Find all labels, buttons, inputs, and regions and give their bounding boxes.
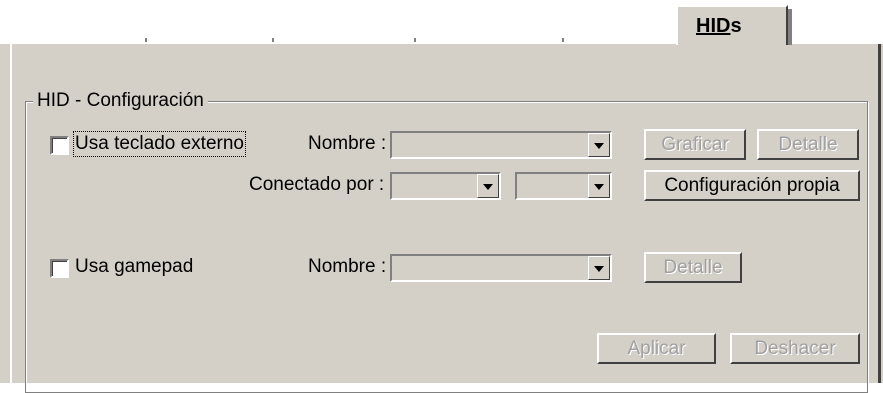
chevron-down-icon[interactable] bbox=[588, 133, 610, 157]
gamepad-detail-button[interactable]: Detalle bbox=[644, 252, 742, 283]
use-gamepad-checkbox[interactable] bbox=[50, 259, 69, 278]
tab-hids[interactable]: HIDs bbox=[676, 5, 792, 45]
tab-label-accelerator: HID bbox=[696, 15, 731, 37]
keyboard-name-select[interactable] bbox=[390, 131, 612, 159]
gamepad-name-label: Nombre : bbox=[308, 256, 387, 277]
connection-select-2[interactable] bbox=[515, 172, 612, 200]
chevron-down-icon[interactable] bbox=[588, 256, 610, 280]
chevron-down-icon[interactable] bbox=[477, 174, 499, 198]
keyboard-detail-button[interactable]: Detalle bbox=[757, 129, 859, 160]
use-keyboard-label[interactable]: Usa teclado externo bbox=[73, 131, 246, 157]
gamepad-name-select[interactable] bbox=[390, 254, 612, 282]
chevron-down-icon[interactable] bbox=[588, 174, 610, 198]
apply-button[interactable]: Aplicar bbox=[597, 333, 716, 364]
use-gamepad-label[interactable]: Usa gamepad bbox=[75, 256, 193, 278]
connected-by-label: Conectado por : bbox=[249, 174, 385, 195]
graph-button[interactable]: Graficar bbox=[644, 129, 746, 160]
own-config-button[interactable]: Configuración propia bbox=[644, 170, 860, 201]
tab-label-rest: s bbox=[730, 15, 742, 37]
tab-hids-label: HIDs bbox=[696, 15, 742, 38]
group-title: HID - Configuración bbox=[33, 90, 208, 112]
keyboard-name-label: Nombre : bbox=[308, 133, 387, 154]
connection-select-1[interactable] bbox=[390, 172, 501, 200]
panel-edge bbox=[10, 44, 12, 383]
undo-button[interactable]: Deshacer bbox=[730, 333, 860, 364]
panel-edge bbox=[878, 44, 881, 383]
use-keyboard-checkbox[interactable] bbox=[50, 136, 69, 155]
